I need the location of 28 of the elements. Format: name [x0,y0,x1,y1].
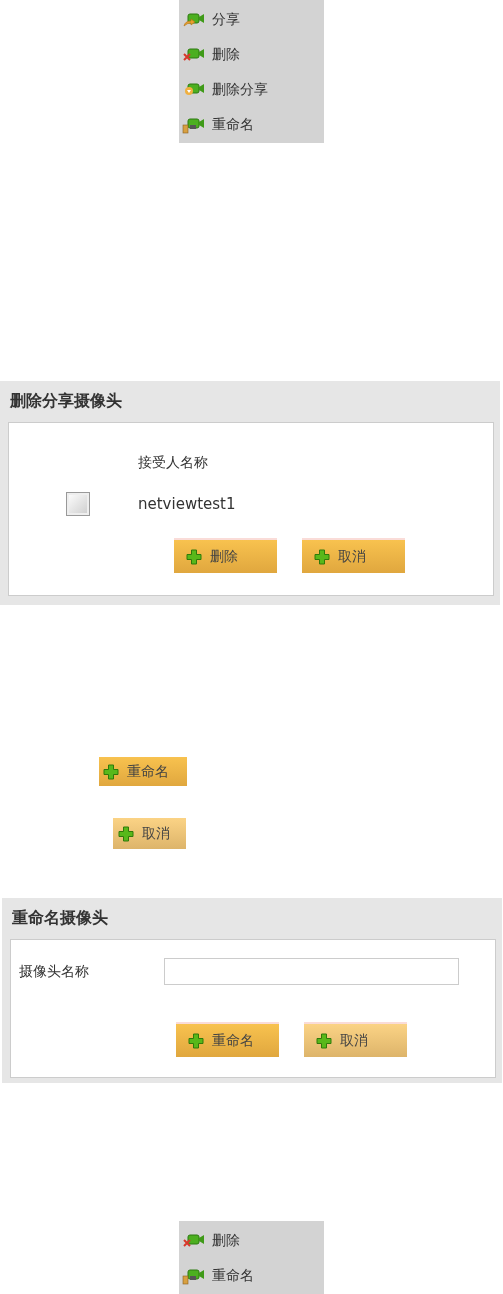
button[interactable]: 取消 [304,1022,407,1057]
menu-item[interactable]: 删除分享 [179,72,324,107]
plus-icon [188,1032,204,1049]
plus-icon [118,825,134,842]
menu-item[interactable]: 删除 [179,37,324,72]
button[interactable]: 重命名 [176,1022,279,1057]
menu-item[interactable]: 删除 [179,1223,324,1258]
button[interactable]: 重命名 [99,757,187,786]
button[interactable]: 取消 [113,818,186,849]
dialog-title: 删除分享摄像头 [9,390,123,412]
recipient-name: netviewtest1 [138,495,236,513]
plus-icon [314,548,330,565]
camera-share-icon [182,10,206,29]
button[interactable]: 删除 [174,538,277,573]
column-header: 接受人名称 [138,454,208,472]
plus-icon [316,1032,332,1049]
camera-edit-icon [182,1266,206,1285]
dialog-title: 重命名摄像头 [11,907,109,929]
menu-item[interactable]: 分享 [179,2,324,37]
camera-edit-icon [182,115,206,134]
field-label: 摄像头名称 [19,962,90,981]
button[interactable]: 取消 [302,538,405,573]
input-field[interactable] [164,958,459,985]
checkbox[interactable] [66,492,90,516]
menu-item[interactable]: 重命名 [179,1258,324,1293]
plus-icon [186,548,202,565]
menu-item[interactable]: 重命名 [179,107,324,142]
plus-icon [103,763,119,780]
